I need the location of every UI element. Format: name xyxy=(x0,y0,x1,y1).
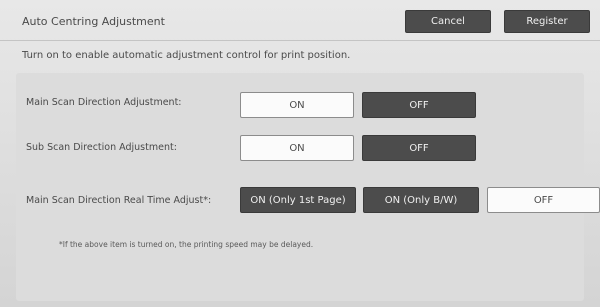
real-time-adjust-label: Main Scan Direction Real Time Adjust*: xyxy=(26,195,212,206)
register-button[interactable]: Register xyxy=(504,10,590,33)
real-time-adjust-only-bw-button[interactable]: ON (Only B/W) xyxy=(363,187,479,213)
speed-warning-note: *If the above item is turned on, the pri… xyxy=(59,240,314,249)
main-scan-adjustment-label: Main Scan Direction Adjustment: xyxy=(26,97,182,108)
settings-screen: Auto Centring Adjustment Cancel Register… xyxy=(0,0,600,307)
page-title: Auto Centring Adjustment xyxy=(22,15,165,28)
sub-scan-adjustment-on-button[interactable]: ON xyxy=(240,135,354,161)
real-time-adjust-only-1st-page-button[interactable]: ON (Only 1st Page) xyxy=(240,187,356,213)
header-bar: Auto Centring Adjustment Cancel Register xyxy=(0,0,600,40)
sub-scan-adjustment-label: Sub Scan Direction Adjustment: xyxy=(26,142,177,153)
main-scan-adjustment-off-button[interactable]: OFF xyxy=(362,92,476,118)
description-text: Turn on to enable automatic adjustment c… xyxy=(22,50,351,61)
header-divider xyxy=(0,40,600,41)
cancel-button[interactable]: Cancel xyxy=(405,10,491,33)
sub-scan-adjustment-off-button[interactable]: OFF xyxy=(362,135,476,161)
real-time-adjust-off-button[interactable]: OFF xyxy=(487,187,600,213)
main-scan-adjustment-on-button[interactable]: ON xyxy=(240,92,354,118)
